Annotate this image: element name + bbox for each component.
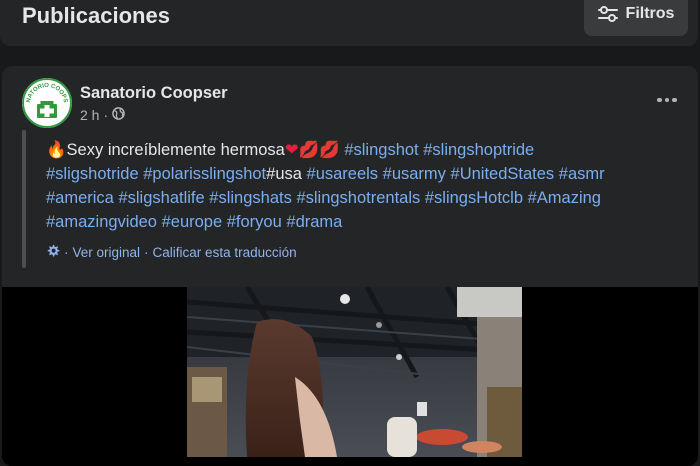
hashtag-link[interactable]: #drama <box>286 213 342 231</box>
hashtag-link[interactable]: #slingsHotclb <box>425 189 523 207</box>
hashtag-link[interactable]: #slingshotrentals <box>296 189 420 207</box>
post-meta: 2 h · <box>80 107 125 123</box>
more-horizontal-icon <box>657 97 662 103</box>
post-text: 🔥Sexy increíblemente hermosa❤💋💋 #slingsh… <box>46 138 686 234</box>
hashtag-link[interactable]: #foryou <box>227 213 282 231</box>
kiss-emoji-icon: 💋💋 <box>298 140 340 159</box>
hashtag-link[interactable]: #Amazing <box>528 189 601 207</box>
sliders-icon <box>597 6 618 22</box>
hashtag-link[interactable]: #slingshot <box>344 141 418 159</box>
hashtag-link[interactable]: #europe <box>162 213 223 231</box>
page-title: Publicaciones <box>22 3 170 28</box>
hashtag-link[interactable]: #sligshatlife <box>118 189 204 207</box>
hashtag-link[interactable]: #america <box>46 189 114 207</box>
post-author[interactable]: Sanatorio Coopser <box>80 84 228 103</box>
hashtag-link[interactable]: #slingshoptride <box>423 141 534 159</box>
avatar[interactable]: SANATORIO COOPSER <box>22 78 72 128</box>
hashtag-link[interactable]: #usarmy <box>383 165 446 183</box>
see-original-link[interactable]: Ver original <box>73 245 141 260</box>
gear-icon[interactable] <box>46 244 60 261</box>
translation-separator: · <box>144 245 149 260</box>
translation-quote-bar <box>22 130 26 268</box>
hashtag-link[interactable]: #asmr <box>559 165 605 183</box>
rate-translation-link[interactable]: Calificar esta traducción <box>153 245 297 260</box>
hashtag-link[interactable]: #UnitedStates <box>451 165 555 183</box>
hashtag-link[interactable]: #polarisslingshot <box>143 165 266 183</box>
video-frame[interactable] <box>187 287 522 457</box>
more-options-button[interactable] <box>650 88 684 112</box>
hashtag-link[interactable]: #usareels <box>307 165 379 183</box>
post-time[interactable]: 2 h <box>80 107 99 123</box>
globe-icon[interactable] <box>112 107 125 123</box>
hashtag-link[interactable]: #sligshotride <box>46 165 139 183</box>
plain-hashtag-text: #usa <box>266 165 302 183</box>
hashtag-link[interactable]: #amazingvideo <box>46 213 157 231</box>
filters-button[interactable]: Filtros <box>584 0 688 36</box>
translation-bar: · Ver original · Calificar esta traducci… <box>46 244 297 261</box>
hashtag-link[interactable]: #slingshats <box>209 189 292 207</box>
heart-emoji-icon: ❤ <box>284 140 299 159</box>
filters-label: Filtros <box>625 5 675 22</box>
post-intro-text: Sexy increíblemente hermosa <box>66 141 285 159</box>
fire-emoji-icon: 🔥 <box>46 140 67 159</box>
